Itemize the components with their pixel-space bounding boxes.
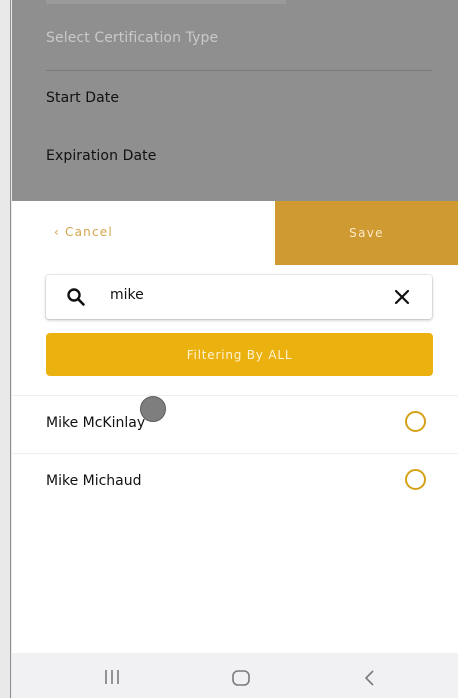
radio-button[interactable] [405,469,426,490]
start-date-field: Start Date [46,90,120,106]
radio-button[interactable] [405,411,426,432]
list-item[interactable]: Mike Michaud [12,453,458,511]
android-nav-bar [12,653,458,698]
recents-icon[interactable] [102,669,122,685]
list-item[interactable]: Mike McKinlay [12,395,458,453]
back-icon[interactable] [362,669,378,687]
search-icon [67,288,85,306]
form-divider [46,70,432,71]
faint-top [46,0,286,4]
touch-indicator [140,396,166,422]
background-form: Select Certification Type Start Date Exp… [12,0,458,201]
home-icon[interactable] [231,669,251,687]
save-button[interactable]: Save [275,201,458,265]
filter-button[interactable]: Filtering By ALL [46,333,433,376]
employee-picker-sheet: ‹ Cancel Save Filtering By ALL Mike McKi… [12,201,458,653]
search-box[interactable] [46,275,432,319]
screen: Select Certification Type Start Date Exp… [0,0,458,698]
certification-type-field: Select Certification Type [46,30,219,46]
expiration-date-field: Expiration Date [46,148,157,164]
close-icon[interactable] [394,289,410,305]
cancel-button[interactable]: ‹ Cancel [54,225,113,239]
employee-name: Mike McKinlay [46,415,146,431]
search-input[interactable] [110,283,360,307]
left-edge-line [10,0,11,698]
employee-name: Mike Michaud [46,473,142,489]
